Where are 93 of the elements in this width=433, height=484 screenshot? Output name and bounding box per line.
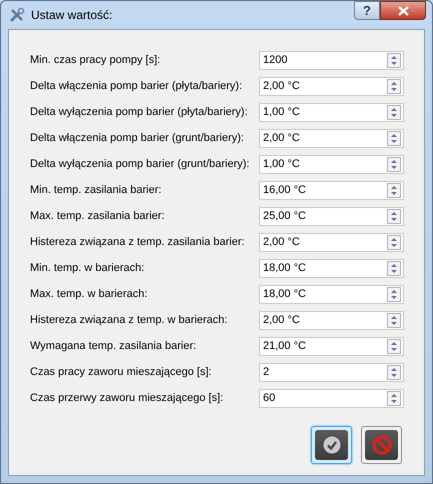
spin-box[interactable]: 2,00 °C: [259, 311, 404, 330]
field-label: Delta włączenia pomp barier (płyta/bariery):: [30, 79, 244, 94]
spin-box[interactable]: 25,00 °C: [259, 207, 404, 226]
spin-buttons[interactable]: [387, 157, 401, 172]
field-label: Wymagana temp. zasilania barier:: [30, 339, 198, 354]
close-button[interactable]: [380, 1, 426, 20]
cancel-button[interactable]: [361, 426, 402, 464]
field-value: 1,00 °C: [263, 157, 300, 172]
up-arrow-icon: [391, 212, 397, 215]
spin-box[interactable]: 1,00 °C: [259, 103, 404, 122]
tools-icon: [9, 7, 25, 23]
spin-buttons[interactable]: [387, 391, 401, 406]
spin-box[interactable]: 1200: [259, 51, 404, 70]
spin-buttons[interactable]: [387, 313, 401, 328]
up-arrow-icon: [391, 290, 397, 293]
down-arrow-icon: [391, 322, 397, 326]
field-label: Max. temp. zasilania barier:: [30, 209, 166, 224]
down-arrow-icon: [391, 140, 397, 144]
field-label: Max. temp. w barierach:: [30, 287, 148, 302]
field-label: Histereza związana z temp. w barierach:: [30, 313, 228, 328]
spin-box[interactable]: 18,00 °C: [259, 285, 404, 304]
up-arrow-icon: [391, 238, 397, 241]
down-arrow-icon: [391, 114, 397, 118]
spin-box[interactable]: 18,00 °C: [259, 259, 404, 278]
spin-box[interactable]: 2: [259, 363, 404, 382]
spin-box[interactable]: 2,00 °C: [259, 77, 404, 96]
up-arrow-icon: [391, 342, 397, 345]
field-value: 21,00 °C: [263, 339, 306, 354]
field-value: 60: [263, 391, 276, 406]
field-label: Histereza związana z temp. zasilania barier:: [30, 235, 246, 250]
down-arrow-icon: [391, 296, 397, 300]
up-arrow-icon: [391, 160, 397, 163]
field-label: Czas pracy zaworu mieszającego [s]:: [30, 365, 213, 380]
up-arrow-icon: [391, 368, 397, 371]
up-arrow-icon: [391, 108, 397, 111]
no-entry-icon: [372, 435, 392, 455]
down-arrow-icon: [391, 88, 397, 92]
up-arrow-icon: [391, 394, 397, 397]
up-arrow-icon: [391, 186, 397, 189]
spin-buttons[interactable]: [387, 53, 401, 68]
down-arrow-icon: [391, 62, 397, 66]
field-value: 1200: [263, 53, 288, 68]
up-arrow-icon: [391, 134, 397, 137]
spin-box[interactable]: 2,00 °C: [259, 129, 404, 148]
down-arrow-icon: [391, 192, 397, 196]
spin-buttons[interactable]: [387, 287, 401, 302]
spin-box[interactable]: 60: [259, 389, 404, 408]
field-value: 2,00 °C: [263, 79, 300, 94]
field-value: 2,00 °C: [263, 235, 300, 250]
field-label: Min. czas pracy pompy [s]:: [30, 53, 162, 68]
spin-buttons[interactable]: [387, 235, 401, 250]
field-label: Min. temp. zasilania barier:: [30, 183, 162, 198]
spin-buttons[interactable]: [387, 365, 401, 380]
field-value: 18,00 °C: [263, 261, 306, 276]
spin-buttons[interactable]: [387, 183, 401, 198]
up-arrow-icon: [391, 82, 397, 85]
spin-box[interactable]: 21,00 °C: [259, 337, 404, 356]
down-arrow-icon: [391, 218, 397, 222]
down-arrow-icon: [391, 244, 397, 248]
down-arrow-icon: [391, 374, 397, 378]
spin-box[interactable]: 16,00 °C: [259, 181, 404, 200]
up-arrow-icon: [391, 264, 397, 267]
help-button[interactable]: ?: [354, 1, 380, 20]
field-value: 16,00 °C: [263, 183, 306, 198]
up-arrow-icon: [391, 316, 397, 319]
field-label: Delta wyłączenia pomp barier (płyta/bariery):: [30, 105, 249, 120]
field-label: Min. temp. w barierach:: [30, 261, 146, 276]
field-label: Czas przerwy zaworu mieszającego [s]:: [30, 391, 224, 406]
window-title: Ustaw wartość:: [31, 7, 112, 24]
spin-buttons[interactable]: [387, 105, 401, 120]
field-value: 18,00 °C: [263, 287, 306, 302]
spin-buttons[interactable]: [387, 79, 401, 94]
spin-box[interactable]: 2,00 °C: [259, 233, 404, 252]
field-value: 25,00 °C: [263, 209, 306, 224]
down-arrow-icon: [391, 166, 397, 170]
up-arrow-icon: [391, 56, 397, 59]
check-icon: [322, 436, 340, 454]
spin-buttons[interactable]: [387, 339, 401, 354]
field-value: 2,00 °C: [263, 131, 300, 146]
field-value: 2: [263, 365, 270, 380]
field-label: Delta włączenia pomp barier (grunt/bariery):: [30, 131, 245, 146]
down-arrow-icon: [391, 400, 397, 404]
down-arrow-icon: [391, 348, 397, 352]
spin-buttons[interactable]: [387, 261, 401, 276]
spin-buttons[interactable]: [387, 209, 401, 224]
field-value: 2,00 °C: [263, 313, 300, 328]
down-arrow-icon: [391, 270, 397, 274]
close-icon: [398, 6, 408, 16]
ok-button[interactable]: [311, 426, 352, 464]
field-value: 1,00 °C: [263, 105, 300, 120]
field-label: Delta wyłączenia pomp barier (grunt/bariery):: [30, 157, 250, 172]
spin-buttons[interactable]: [387, 131, 401, 146]
spin-box[interactable]: 1,00 °C: [259, 155, 404, 174]
